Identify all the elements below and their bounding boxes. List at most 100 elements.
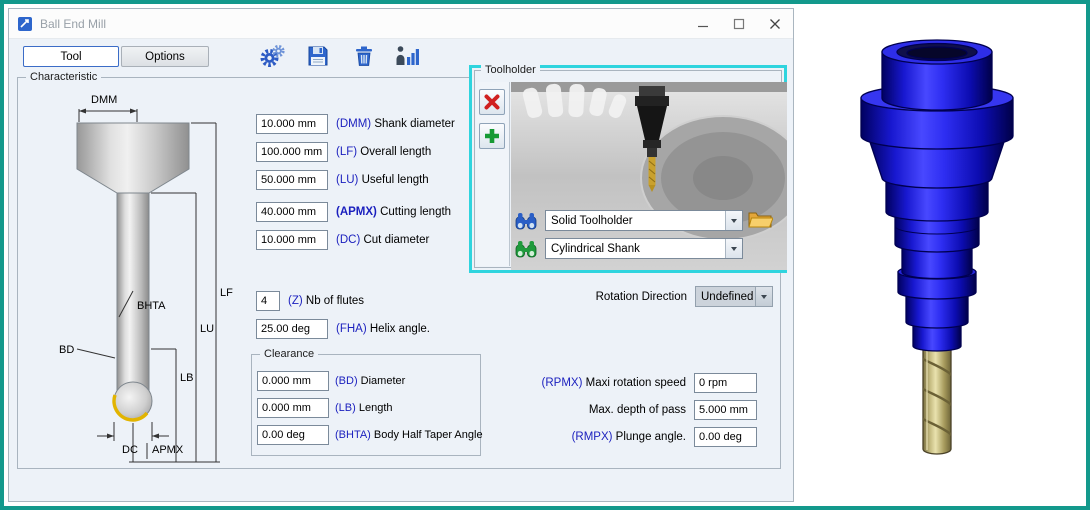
- dim-label-bd: BD: [59, 344, 74, 356]
- holder-body: [861, 40, 1013, 454]
- flutes-row: (Z) Nb of flutes: [256, 290, 364, 311]
- label-cutting-length: Cutting length: [380, 206, 451, 218]
- rotation-direction-label: Rotation Direction: [596, 291, 687, 303]
- tool-silhouette: [77, 123, 189, 420]
- max-depth-of-pass-input[interactable]: [694, 400, 757, 420]
- dim-label-lu: LU: [200, 323, 214, 335]
- shank-diameter-input[interactable]: [256, 114, 328, 134]
- minimize-button[interactable]: [685, 9, 721, 38]
- label-clearance-length: Length: [359, 402, 393, 414]
- code-bhta: (BHTA): [335, 429, 371, 441]
- toolholder-type-select[interactable]: Solid Toolholder: [545, 210, 743, 231]
- cut-diameter-input[interactable]: [256, 230, 328, 250]
- useful-length-input[interactable]: [256, 170, 328, 190]
- toolholder-group-label: Toolholder: [481, 63, 540, 77]
- search-shank-button[interactable]: [515, 239, 537, 264]
- label-shank-diameter: Shank diameter: [374, 118, 455, 130]
- dim-label-lb: LB: [180, 372, 193, 384]
- dim-label-lf: LF: [220, 287, 233, 299]
- rotation-direction-dropdown-button[interactable]: [755, 287, 772, 306]
- code-dc: (DC): [336, 234, 360, 246]
- clearance-length-row: (LB) Length: [257, 397, 393, 418]
- overall-length-input[interactable]: [256, 142, 328, 162]
- shank-type-select[interactable]: Cylindrical Shank: [545, 238, 743, 259]
- add-plus-icon: [483, 127, 501, 145]
- remove-x-icon: [483, 93, 501, 111]
- toolholder-type-value: Solid Toolholder: [546, 215, 725, 227]
- save-icon[interactable]: [305, 43, 331, 69]
- flutes-label: (Z) Nb of flutes: [288, 295, 364, 307]
- cut-diameter-label: (DC) Cut diameter: [336, 234, 429, 246]
- code-z: (Z): [288, 295, 303, 307]
- chevron-down-icon: [761, 295, 767, 299]
- maximize-icon: [733, 18, 745, 30]
- binoculars-blue-icon: [515, 211, 537, 231]
- remove-toolholder-button[interactable]: [479, 89, 505, 115]
- chevron-down-icon: [731, 219, 737, 223]
- open-catalog-folder-icon: [747, 207, 773, 231]
- screenshot-frame: Ball End Mill Tool Options: [0, 0, 1090, 510]
- label-max-rotation-speed: Maxi rotation speed: [586, 377, 686, 389]
- rotation-direction-select[interactable]: Undefined: [695, 286, 773, 307]
- clearance-diameter-label: (BD) Diameter: [335, 375, 405, 387]
- code-lf: (LF): [336, 146, 357, 158]
- helix-angle-label: (FHA) Helix angle.: [336, 323, 430, 335]
- overall-length-label: (LF) Overall length: [336, 146, 431, 158]
- statistics-glyph: [395, 44, 421, 68]
- 3d-viewport[interactable]: [794, 8, 1088, 504]
- clearance-diameter-input[interactable]: [257, 371, 329, 391]
- tool-dimension-diagram: DMM LF LU LB BHTA BD DC APMX: [49, 87, 261, 467]
- clearance-group-label: Clearance: [260, 347, 318, 361]
- chevron-down-icon: [731, 247, 737, 251]
- rotation-direction-value: Undefined: [696, 291, 755, 303]
- clearance-length-input[interactable]: [257, 398, 329, 418]
- delete-icon[interactable]: [351, 43, 377, 69]
- label-max-depth-of-pass: Max. depth of pass: [589, 404, 686, 416]
- max-rotation-speed-label: (RPMX) Maxi rotation speed: [542, 377, 686, 389]
- minimize-icon: [697, 18, 709, 30]
- tab-options[interactable]: Options: [121, 46, 209, 67]
- titlebar: Ball End Mill: [9, 9, 793, 39]
- gears-glyph: [259, 43, 285, 69]
- open-toolholder-catalog-button[interactable]: [747, 207, 773, 236]
- clearance-length-label: (LB) Length: [335, 402, 393, 414]
- app-icon-glyph: [17, 16, 33, 32]
- dim-label-bhta: BHTA: [137, 300, 166, 312]
- body-half-taper-input[interactable]: [257, 425, 329, 445]
- characteristic-group-label: Characteristic: [26, 70, 101, 84]
- tab-tool[interactable]: Tool: [23, 46, 119, 67]
- plunge-angle-input[interactable]: [694, 427, 757, 447]
- shank-diameter-row: (DMM) Shank diameter: [256, 113, 455, 134]
- shank-type-value: Cylindrical Shank: [546, 243, 725, 255]
- binoculars-green-icon: [515, 239, 537, 259]
- useful-length-row: (LU) Useful length: [256, 169, 429, 190]
- shank-type-dropdown-button[interactable]: [725, 239, 742, 258]
- clearance-diameter-row: (BD) Diameter: [257, 370, 405, 391]
- close-button[interactable]: [757, 9, 793, 38]
- code-rmpx: (RMPX): [572, 431, 613, 443]
- maximize-button[interactable]: [721, 9, 757, 38]
- close-icon: [769, 18, 781, 30]
- code-bd: (BD): [335, 375, 358, 387]
- code-dmm: (DMM): [336, 118, 371, 130]
- plunge-angle-row: (RMPX) Plunge angle.: [429, 426, 757, 447]
- dim-label-dmm: DMM: [91, 94, 117, 106]
- max-depth-of-pass-label: Max. depth of pass: [589, 404, 686, 416]
- max-rotation-speed-input[interactable]: [694, 373, 757, 393]
- add-toolholder-button[interactable]: [479, 123, 505, 149]
- app-icon: [17, 16, 33, 32]
- settings-gears-icon[interactable]: [259, 43, 285, 69]
- max-rotation-speed-row: (RPMX) Maxi rotation speed: [429, 372, 757, 393]
- code-apmx: (APMX): [336, 206, 377, 218]
- search-toolholder-button[interactable]: [515, 211, 537, 236]
- dim-label-apmx: APMX: [152, 444, 184, 456]
- code-lb: (LB): [335, 402, 356, 414]
- rotation-direction-row: Rotation Direction Undefined: [479, 286, 773, 307]
- label-overall-length: Overall length: [360, 146, 431, 158]
- helix-angle-input[interactable]: [256, 319, 328, 339]
- cutting-length-label: (APMX) Cutting length: [336, 206, 451, 218]
- cutting-length-input[interactable]: [256, 202, 328, 222]
- toolholder-type-dropdown-button[interactable]: [725, 211, 742, 230]
- statistics-icon[interactable]: [395, 43, 421, 69]
- flutes-input[interactable]: [256, 291, 280, 311]
